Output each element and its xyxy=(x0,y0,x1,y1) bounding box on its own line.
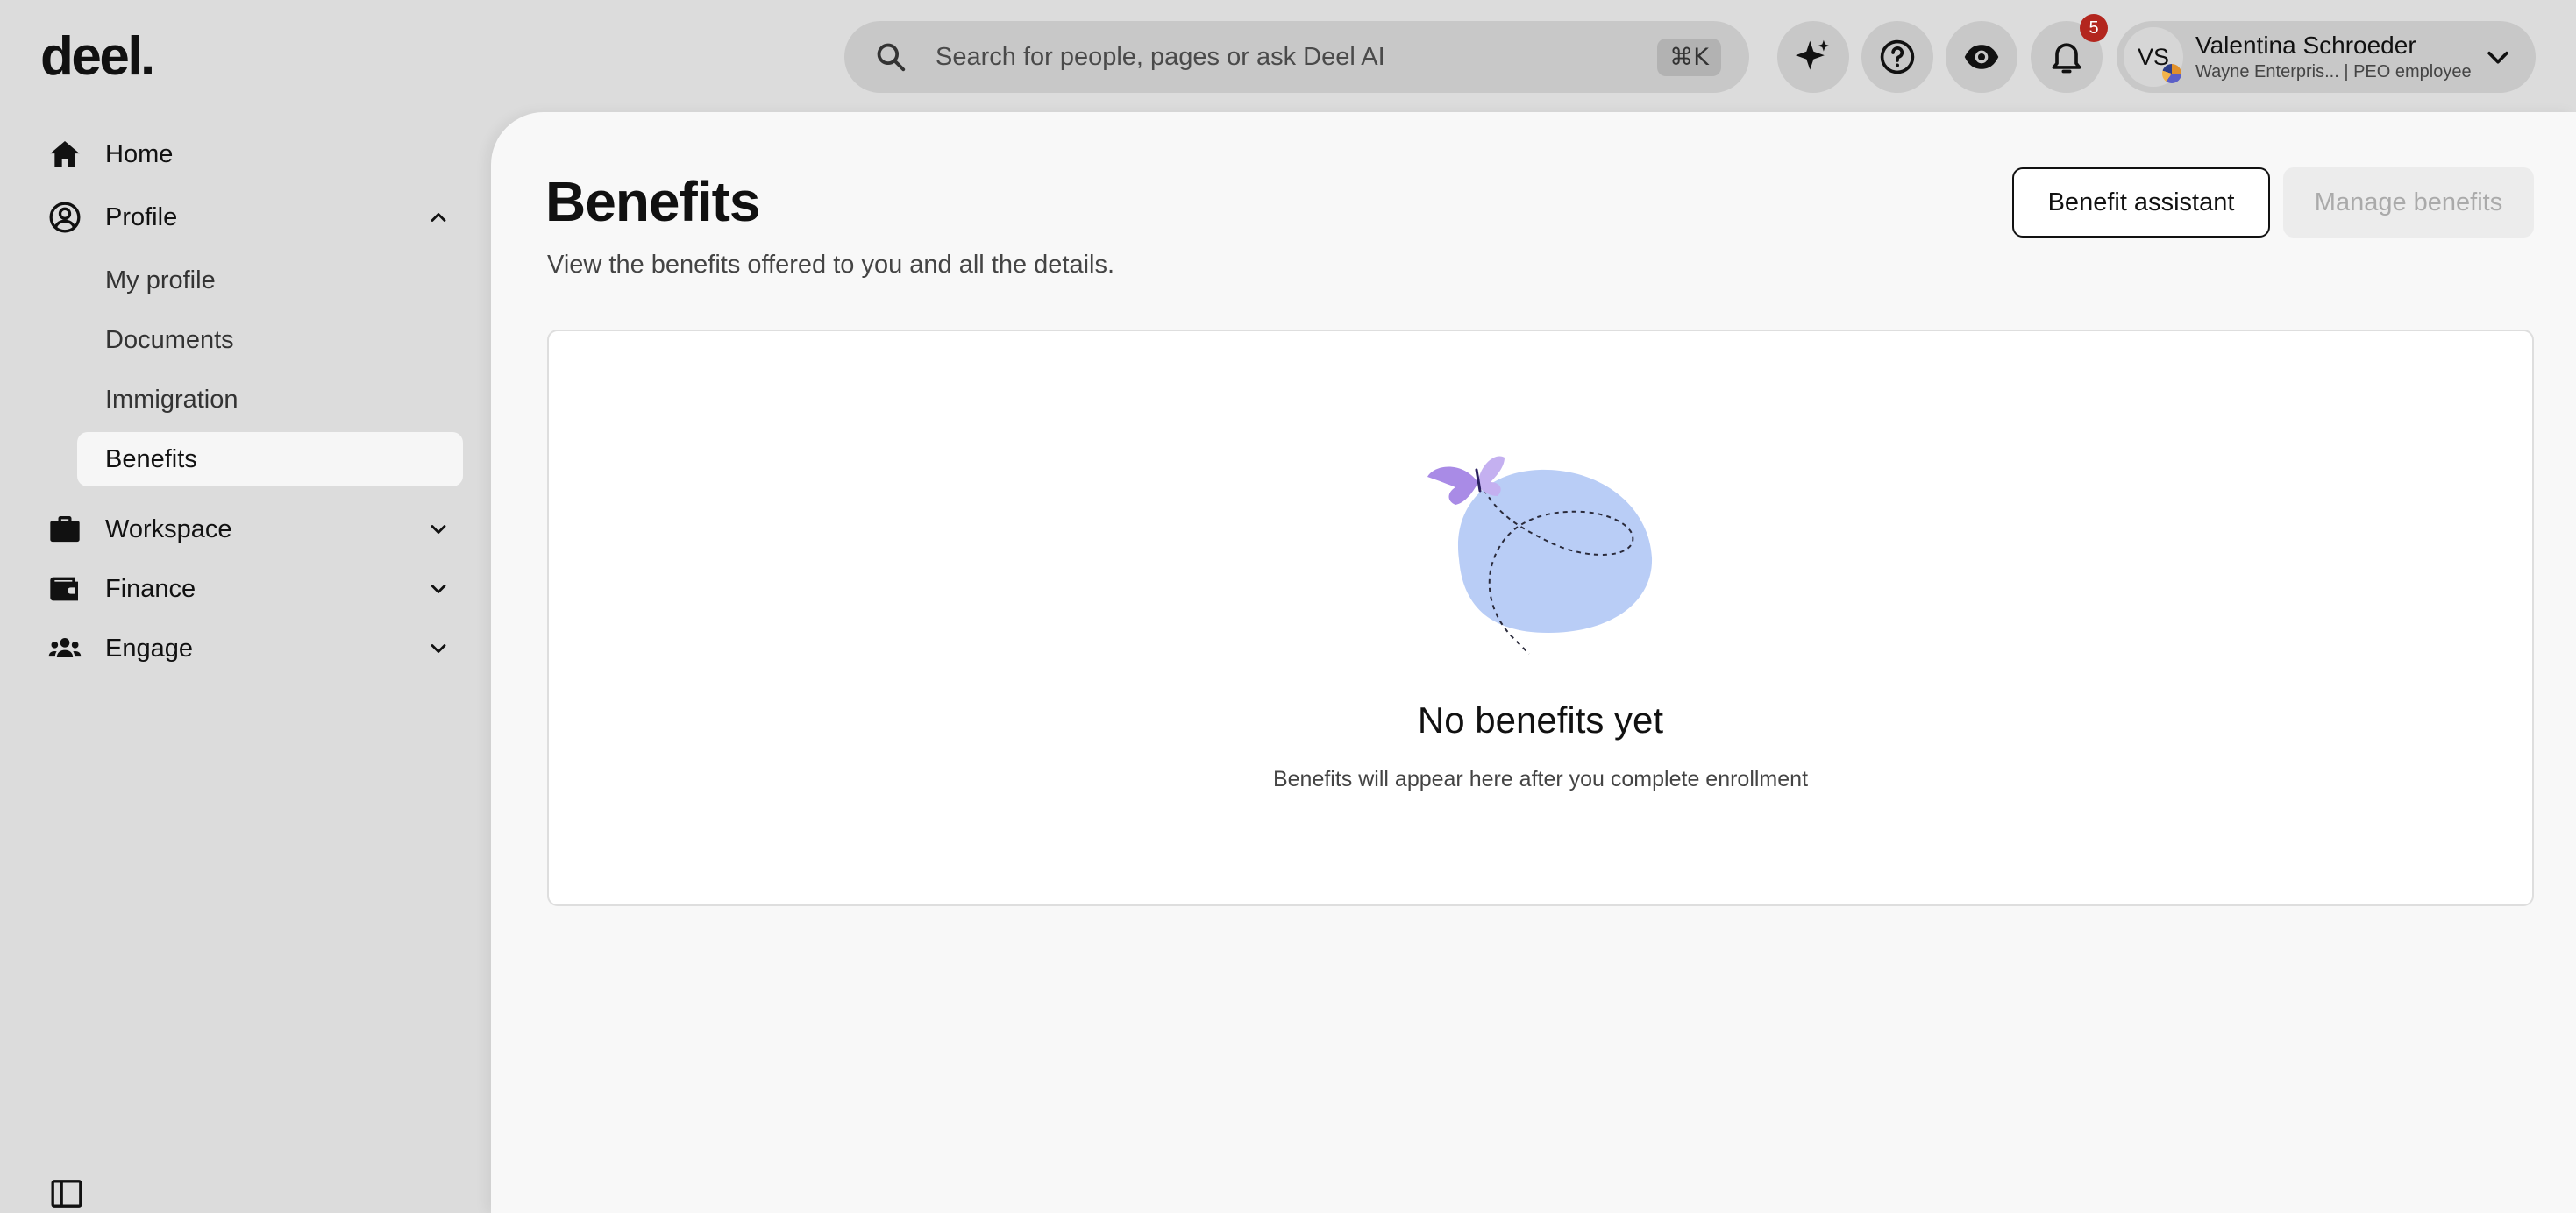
user-role: Wayne Enterpris... | PEO employee xyxy=(2195,62,2472,82)
empty-state-title: No benefits yet xyxy=(1417,699,1664,741)
sidebar-item-profile[interactable]: Profile xyxy=(47,191,451,244)
user-circle-icon xyxy=(47,200,82,235)
sidebar-item-label: Home xyxy=(105,139,174,168)
sidebar-item-finance[interactable]: Finance xyxy=(47,563,451,615)
avatar: VS xyxy=(2124,27,2183,87)
view-mode-button[interactable] xyxy=(1946,21,2017,93)
sidebar-subitem-benefits[interactable]: Benefits xyxy=(77,432,463,486)
chevron-down-icon xyxy=(431,585,446,593)
empty-state-card: No benefits yet Benefits will appear her… xyxy=(547,330,2534,906)
question-circle-icon xyxy=(1880,39,1915,74)
sidebar-subitem-documents[interactable]: Documents xyxy=(77,313,463,367)
briefcase-icon xyxy=(47,512,82,547)
user-menu[interactable]: VS Valentina Schroeder Wayne Enterpris..… xyxy=(2117,21,2536,93)
sidebar-item-label: Finance xyxy=(105,574,196,603)
main-content: Benefits View the benefits offered to yo… xyxy=(491,112,2576,1213)
eye-icon xyxy=(1964,45,1999,69)
search-shortcut-hint: ⌘K xyxy=(1657,38,1721,76)
people-icon xyxy=(47,631,82,666)
search-input[interactable]: Search for people, pages or ask Deel AI xyxy=(936,43,1657,72)
sidebar-item-engage[interactable]: Engage xyxy=(47,622,451,675)
empty-state-text: Benefits will appear here after you comp… xyxy=(1272,767,1809,791)
search-bar[interactable]: Search for people, pages or ask Deel AI … xyxy=(844,21,1749,93)
deel-logo[interactable]: deel. xyxy=(40,26,155,88)
manage-benefits-button[interactable]: Manage benefits xyxy=(2283,167,2534,238)
user-name: Valentina Schroeder xyxy=(2195,32,2416,59)
ai-assistant-button[interactable] xyxy=(1777,21,1849,93)
help-button[interactable] xyxy=(1861,21,1933,93)
chevron-up-icon xyxy=(431,213,446,222)
benefit-assistant-button[interactable]: Benefit assistant xyxy=(2012,167,2270,238)
search-icon xyxy=(877,43,906,72)
butterfly-illustration xyxy=(1427,456,1653,655)
sidebar-item-workspace[interactable]: Workspace xyxy=(47,503,451,556)
chevron-down-icon xyxy=(2487,51,2508,64)
bell-icon xyxy=(2052,43,2081,74)
notification-count-badge: 5 xyxy=(2080,14,2108,42)
sidebar-toggle-icon[interactable] xyxy=(49,1176,84,1211)
chevron-down-icon xyxy=(431,525,446,534)
company-logo-icon xyxy=(2162,64,2181,83)
sidebar-item-home[interactable]: Home xyxy=(47,128,451,181)
chevron-down-icon xyxy=(431,644,446,653)
wallet-icon xyxy=(47,571,82,606)
sidebar-item-label: Engage xyxy=(105,634,193,663)
sidebar-subitem-my-profile[interactable]: My profile xyxy=(77,253,463,308)
sidebar-subitem-immigration[interactable]: Immigration xyxy=(77,372,463,427)
sidebar-item-label: Workspace xyxy=(105,514,232,543)
page-subtitle: View the benefits offered to you and all… xyxy=(547,251,1115,279)
notifications-button[interactable]: 5 xyxy=(2031,14,2108,93)
home-icon xyxy=(47,137,82,172)
sparkle-icon xyxy=(1795,39,1830,70)
sidebar-item-label: Profile xyxy=(105,202,178,231)
page-title: Benefits xyxy=(545,170,760,233)
